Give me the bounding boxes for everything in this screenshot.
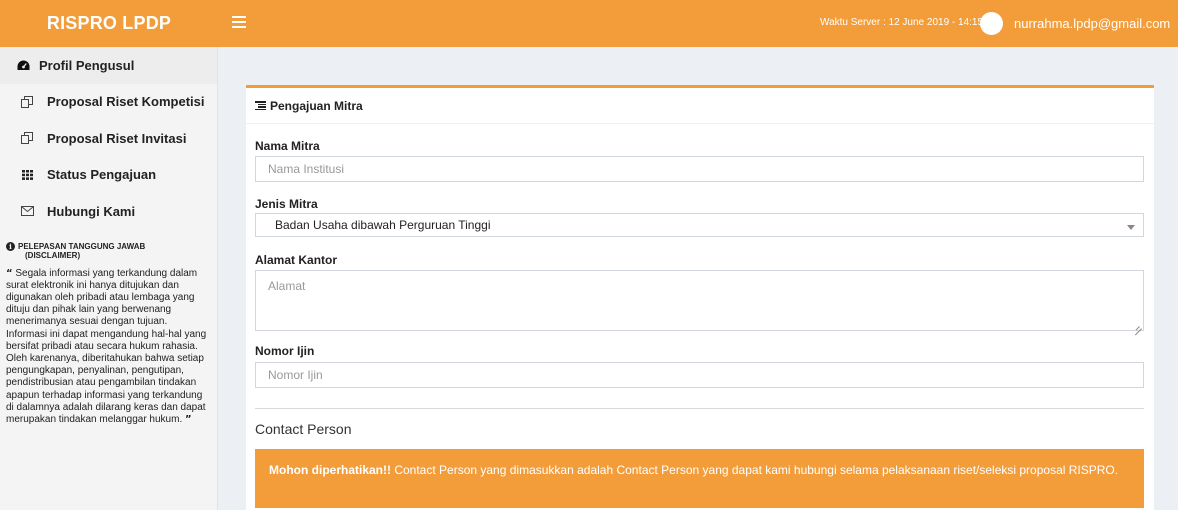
panel-header: Pengajuan Mitra [246, 88, 1154, 124]
alamat-placeholder: Alamat [268, 279, 306, 293]
avatar [980, 12, 1003, 35]
info-icon: i [6, 241, 15, 251]
brand-logo[interactable]: RISPRO LPDP [0, 0, 218, 47]
sidebar-item-label: Hubungi Kami [47, 203, 136, 219]
envelope-icon [20, 204, 34, 218]
server-time: Waktu Server : 12 June 2019 - 14:15 [820, 17, 984, 28]
alert-text: Contact Person yang dimasukkan adalah Co… [391, 463, 1119, 477]
copy-icon [20, 95, 34, 109]
disclaimer: i PELEPASAN TANGGUNG JAWAB (DISCLAIMER) … [0, 230, 217, 427]
sidebar-item-proposal-riset-kompetisi[interactable]: Proposal Riset Kompetisi [0, 84, 217, 121]
alamat-kantor-textarea[interactable]: Alamat [255, 270, 1144, 336]
contact-person-alert: Mohon diperhatikan!! Contact Person yang… [255, 449, 1144, 508]
sidebar-item-status-pengajuan[interactable]: Status Pengajuan [0, 157, 217, 194]
nama-mitra-label: Nama Mitra [255, 139, 320, 153]
nomor-ijin-placeholder: Nomor Ijin [268, 368, 323, 382]
list-icon [255, 101, 266, 110]
jenis-mitra-selected-value: Badan Usaha dibawah Perguruan Tinggi [275, 218, 491, 232]
dashboard-icon [16, 58, 30, 72]
nama-mitra-input[interactable]: Nama Institusi [255, 156, 1144, 182]
top-navbar: RISPRO LPDP Waktu Server : 12 June 2019 … [0, 0, 1178, 47]
jenis-mitra-label: Jenis Mitra [255, 197, 318, 211]
disclaimer-title-line2: (DISCLAIMER) [25, 250, 81, 260]
pengajuan-mitra-panel: Pengajuan Mitra Nama Mitra Nama Institus… [246, 85, 1154, 510]
nama-mitra-placeholder: Nama Institusi [268, 162, 345, 176]
copy-icon [20, 131, 34, 145]
alert-strong: Mohon diperhatikan!! [269, 463, 391, 477]
disclaimer-body: “ Segala informasi yang terkandung dalam… [6, 268, 211, 427]
resize-grip-icon[interactable] [1134, 322, 1142, 336]
sidebar-item-label: Profil Pengusul [39, 57, 135, 73]
grid-icon [20, 168, 34, 182]
sidebar-item-hubungi-kami[interactable]: Hubungi Kami [0, 193, 217, 230]
sidebar-item-label: Proposal Riset Invitasi [47, 130, 187, 146]
alamat-kantor-label: Alamat Kantor [255, 253, 338, 267]
quote-left-icon: “ [6, 267, 13, 279]
jenis-mitra-select[interactable]: Badan Usaha dibawah Perguruan Tinggi [255, 213, 1144, 237]
disclaimer-title: i PELEPASAN TANGGUNG JAWAB (DISCLAIMER) [6, 241, 211, 260]
sidebar-item-label: Proposal Riset Kompetisi [47, 94, 205, 110]
sidebar: Profil Pengusul Proposal Riset Kompetisi… [0, 47, 218, 510]
sidebar-item-label: Status Pengajuan [47, 167, 157, 183]
panel-title: Pengajuan Mitra [270, 98, 363, 113]
quote-right-icon: ” [185, 413, 192, 425]
nomor-ijin-input[interactable]: Nomor Ijin [255, 362, 1144, 388]
sidebar-item-proposal-riset-invitasi[interactable]: Proposal Riset Invitasi [0, 120, 217, 157]
user-email: nurrahma.lpdp@gmail.com [1014, 16, 1171, 31]
chevron-down-icon [1127, 225, 1135, 230]
section-divider [255, 408, 1144, 409]
contact-person-heading: Contact Person [255, 421, 352, 437]
menu-toggle-icon[interactable] [232, 16, 246, 30]
sidebar-item-profil-pengusul[interactable]: Profil Pengusul [0, 47, 217, 84]
nomor-ijin-label: Nomor Ijin [255, 344, 315, 358]
disclaimer-text: Segala informasi yang terkandung dalam s… [6, 267, 207, 425]
user-menu[interactable]: nurrahma.lpdp@gmail.com [980, 10, 1170, 37]
disclaimer-title-line1: PELEPASAN TANGGUNG JAWAB [18, 241, 146, 251]
